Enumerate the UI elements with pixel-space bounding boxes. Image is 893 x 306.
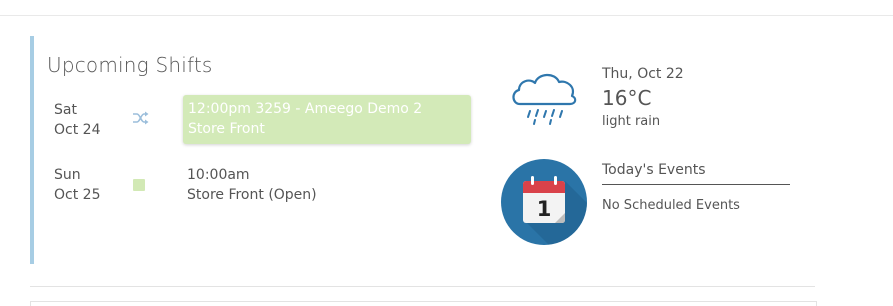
weather-info: Thu, Oct 22 16°C light rain bbox=[602, 64, 684, 131]
events-divider bbox=[602, 184, 790, 185]
weather-date: Thu, Oct 22 bbox=[602, 66, 684, 82]
shift-location: Store Front (Open) bbox=[187, 187, 317, 203]
weather-condition: light rain bbox=[602, 114, 661, 129]
shift-date-label: Oct 25 bbox=[54, 187, 101, 203]
rain-cloud-icon bbox=[512, 73, 577, 125]
panel-accent-bar bbox=[30, 36, 34, 264]
events-empty-text: No Scheduled Events bbox=[602, 198, 740, 213]
next-panel-edge bbox=[30, 301, 817, 306]
shift-location: Store Front bbox=[188, 121, 265, 137]
calendar-icon: 1 bbox=[501, 159, 587, 245]
shift-date: Sat Oct 24 bbox=[54, 100, 114, 140]
top-divider bbox=[0, 15, 893, 16]
shift-date-label: Oct 24 bbox=[54, 122, 101, 138]
upcoming-shifts-panel: Upcoming Shifts Sat Oct 24 12:00pm 3259 … bbox=[30, 36, 815, 264]
events-title: Today's Events bbox=[602, 162, 706, 178]
bottom-divider bbox=[30, 286, 815, 287]
shift-card[interactable]: 12:00pm 3259 - Ameego Demo 2 Store Front bbox=[183, 95, 471, 144]
shuffle-icon[interactable] bbox=[132, 110, 150, 126]
shift-time: 10:00am bbox=[187, 167, 250, 183]
shift-day: Sat bbox=[54, 102, 77, 118]
shift-date: Sun Oct 25 bbox=[54, 165, 114, 205]
weather-temperature: 16°C bbox=[602, 86, 652, 110]
shift-day: Sun bbox=[54, 167, 81, 183]
shift-time-details: 12:00pm 3259 - Ameego Demo 2 bbox=[188, 101, 423, 117]
calendar-day-number: 1 bbox=[537, 197, 552, 221]
panel-title: Upcoming Shifts bbox=[47, 53, 213, 77]
shift-details[interactable]: 10:00am Store Front (Open) bbox=[187, 165, 317, 205]
status-square bbox=[133, 179, 145, 191]
